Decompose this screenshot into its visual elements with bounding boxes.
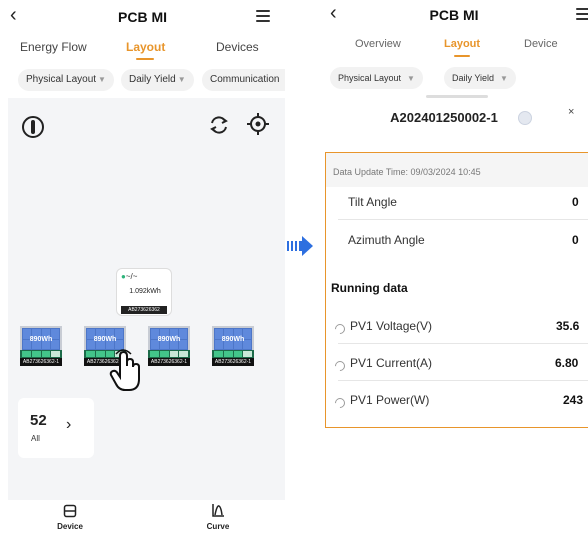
curve-icon[interactable] [211,503,225,518]
nav-device-label[interactable]: Device [44,522,96,531]
chip-label: Daily Yield [452,73,495,83]
sheet-handle[interactable] [426,95,488,98]
caret-down-icon: ▼ [500,74,508,83]
tab-layout[interactable]: Layout [444,38,480,50]
pv1-voltage-value: 35.6 [556,319,580,333]
device-icon[interactable] [63,504,77,518]
divider [338,343,588,344]
device-status-icon [518,111,532,125]
solar-panel[interactable]: 890Wh AB273626362-1 [212,326,254,366]
chip-physical-layout[interactable]: Physical Layout ▼ [330,67,423,89]
inverter-energy: 1.092kWh [129,288,161,295]
update-time-text: Data Update Time: 09/03/2024 10:45 [333,167,481,177]
tab-layout[interactable]: Layout [126,40,165,54]
divider [338,219,588,220]
chevron-right-icon: › [66,416,72,433]
chip-label: Physical Layout [26,74,97,85]
close-icon[interactable]: × [568,106,574,118]
chip-label: Communication [210,74,280,85]
locate-icon[interactable] [246,112,270,136]
device-filter-label: All [31,434,40,443]
chip-communication[interactable]: Communication [202,69,285,91]
yield-level-bar [20,350,62,358]
panel-row: 890Wh AB273626362-1 890Wh AB273626362-1 … [20,326,276,368]
panel-serial: AB273626362-1 [148,358,190,366]
caret-down-icon: ▼ [98,75,106,84]
tilt-angle-label: Tilt Angle [348,195,397,209]
summary-card[interactable]: 52 All › [18,398,94,458]
panel-serial: AB273626362-1 [20,358,62,366]
inverter-serial: AB273626362 [121,306,167,314]
caret-down-icon: ▼ [407,74,415,83]
panel-yield: 890Wh [221,336,245,343]
pv1-current-value: 6.80 [555,356,579,370]
rotate-icon[interactable] [208,114,230,136]
page-title: PCB MI [429,7,479,23]
pv1-power-value: 243 [563,393,584,407]
divider [338,380,588,381]
chip-daily-yield[interactable]: Daily Yield ▼ [121,69,194,91]
panel-yield: 890Wh [93,336,117,343]
solar-panel[interactable]: 890Wh AB273626362-1 [20,326,62,366]
tilt-angle-value: 0 [572,195,579,209]
transition-arrow-icon [287,236,313,256]
page-title: PCB MI [118,9,167,25]
gauge-icon [332,395,348,411]
chip-physical-layout[interactable]: Physical Layout ▼ [18,69,114,91]
tab-underline [454,55,470,57]
tab-devices[interactable]: Devices [216,40,259,54]
chip-daily-yield[interactable]: Daily Yield ▼ [444,67,516,89]
gauge-icon [332,321,348,337]
chip-label: Daily Yield [129,74,176,85]
panel-yield: 890Wh [157,336,181,343]
details-panel: Data Update Time: 09/03/2024 10:45 Tilt … [325,152,588,428]
caret-down-icon: ▼ [177,75,186,84]
tab-overview[interactable]: Overview [355,38,401,50]
solar-panel[interactable]: 890Wh AB273626362-1 [148,326,190,366]
inverter-card[interactable]: ●~/~ 1.092kWh AB273626362 [116,268,172,316]
pv1-voltage-label: PV1 Voltage(V) [350,319,433,333]
azimuth-angle-value: 0 [572,233,579,247]
yield-level-bar [212,350,254,358]
pv1-current-label: PV1 Current(A) [350,356,433,370]
tab-device[interactable]: Device [524,38,558,50]
panel-yield: 890Wh [29,336,53,343]
compass-icon[interactable] [22,116,44,138]
tab-energy-flow[interactable]: Energy Flow [20,40,87,54]
azimuth-angle-label: Azimuth Angle [348,233,425,247]
nav-curve-label[interactable]: Curve [192,522,244,531]
panel-serial: AB273626362-1 [212,358,254,366]
menu-icon[interactable] [576,8,588,20]
running-data-heading: Running data [331,281,408,295]
menu-icon[interactable] [256,10,270,22]
layout-canvas[interactable]: ●~/~ 1.092kWh AB273626362 890Wh AB273626… [8,98,285,500]
tap-hand-icon [109,349,140,391]
device-id-title: A202401250002-1 [390,110,498,125]
device-count: 52 [30,412,47,429]
left-screen: ‹ PCB MI Energy Flow Layout Devices Phys… [0,0,285,537]
pv1-power-label: PV1 Power(W) [350,393,430,407]
gauge-icon [332,358,348,374]
tab-underline [136,58,154,60]
chip-label: Physical Layout [338,73,402,83]
right-screen: ‹ PCB MI Overview Layout Device Physical… [320,0,588,537]
inverter-status-glyph: ~/~ [125,272,138,281]
yield-level-bar [148,350,190,358]
